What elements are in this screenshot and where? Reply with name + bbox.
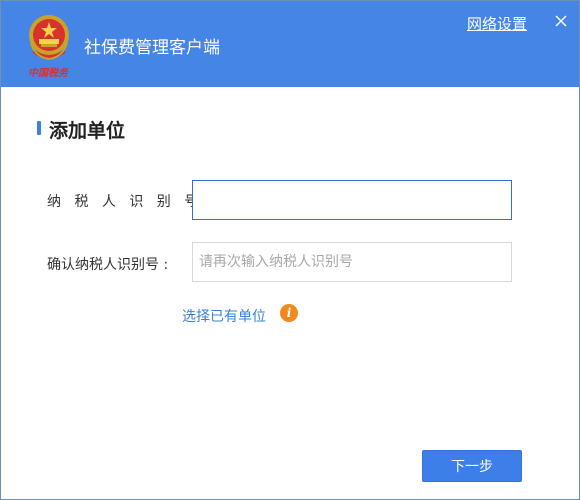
confirm-taxpayer-id-label: 确认纳税人识别号 : [47, 257, 169, 273]
info-icon[interactable]: i [280, 304, 298, 322]
app-title: 社保费管理客户端 [84, 38, 220, 58]
tax-emblem-icon [29, 15, 69, 61]
taxpayer-id-input[interactable] [192, 180, 512, 220]
app-window: 中国税务 社保费管理客户端 网络设置 添加单位 纳 税 人 识 别 号 : 确认… [0, 0, 580, 500]
select-existing-unit-link[interactable]: 选择已有单位 [182, 306, 266, 326]
tax-logo-text: 中国税务 [28, 68, 68, 79]
confirm-taxpayer-id-input[interactable] [192, 242, 512, 282]
next-step-button[interactable]: 下一步 [422, 450, 522, 482]
section-title: 添加单位 [49, 120, 126, 142]
network-settings-link[interactable]: 网络设置 [467, 13, 527, 34]
title-bar: 中国税务 社保费管理客户端 网络设置 [1, 1, 579, 87]
close-icon[interactable] [553, 13, 569, 29]
section-title-marker [37, 121, 41, 135]
